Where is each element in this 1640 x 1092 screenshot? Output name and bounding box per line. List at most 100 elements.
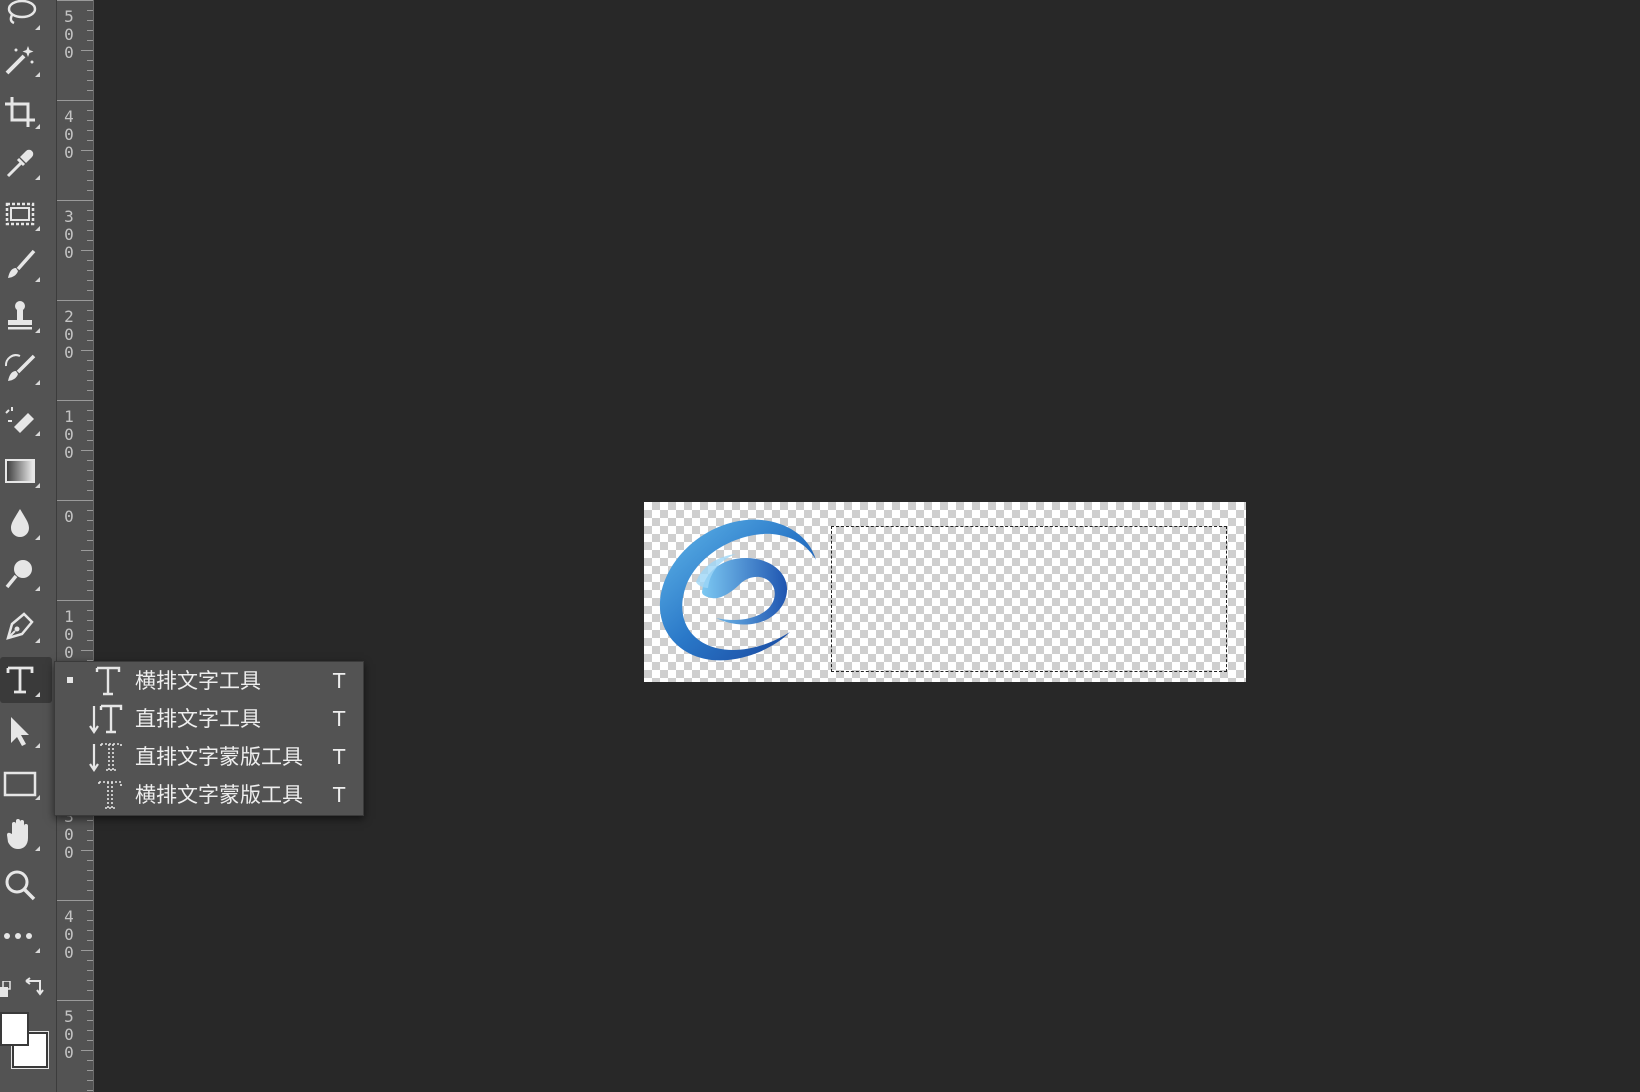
ruler-tick [57,500,93,501]
type-tool-flyout-menu: 横排文字工具 T 直排文字工具 T 直排文字蒙版工具 T 横排文字蒙版工具 T [54,661,364,816]
zoom-icon [5,870,36,901]
frame-tool-button[interactable] [0,191,52,237]
history-brush-icon [4,354,36,381]
ruler-tick [87,260,93,261]
ruler-tick [87,440,93,441]
document-canvas[interactable] [644,502,1246,682]
ruler-label: 100 [64,407,74,462]
ruler-tick [87,470,93,471]
ruler-tick [87,1020,93,1021]
ruler-label: 100 [64,607,74,662]
foreground-color-swatch[interactable] [0,1012,29,1046]
zoom-tool-button[interactable] [0,862,52,908]
ruler-tick [87,940,93,941]
magic-wand-icon [5,46,34,75]
ruler-tick [87,360,93,361]
ruler-tick [87,570,93,571]
menu-item-vertical-type-mask-tool[interactable]: 直排文字蒙版工具 T [55,738,363,776]
blur-tool-button[interactable] [0,500,52,546]
ruler-tick [87,880,93,881]
color-swatches[interactable] [0,1008,52,1078]
ruler-tick [87,20,93,21]
blur-icon [11,509,29,537]
menu-item-horizontal-type-mask-tool[interactable]: 横排文字蒙版工具 T [55,776,363,814]
ruler-tick [87,560,93,561]
vertical-type-icon [89,704,123,734]
ruler-tick [87,890,93,891]
ruler-tick [87,580,93,581]
more-tools-button[interactable] [0,913,52,959]
horizontal-type-mask-icon [98,781,122,809]
brush-tool-button[interactable] [0,242,52,288]
ruler-tick [81,950,93,951]
ruler-tick [87,1010,93,1011]
stamp-icon [8,301,32,330]
menu-item-vertical-type-tool[interactable]: 直排文字工具 T [55,700,363,738]
default-colors-icon[interactable] [0,981,12,997]
ruler-tick [87,860,93,861]
ruler-tick [57,0,93,1]
swap-colors-icon[interactable] [22,977,46,999]
magic-wand-tool-button[interactable] [0,37,52,83]
selected-indicator [67,677,73,683]
ruler-tick [87,930,93,931]
ruler-tick [87,190,93,191]
ruler-label: 500 [64,1007,74,1062]
type-icon [6,666,34,694]
menu-item-label: 直排文字蒙版工具 [135,745,303,769]
eraser-tool-button[interactable] [0,396,52,442]
dodge-tool-button[interactable] [0,551,52,597]
menu-item-shortcut: T [333,669,346,693]
history-brush-tool-button[interactable] [0,345,52,391]
ruler-tick [87,60,93,61]
type-tool-button[interactable] [0,657,52,703]
ruler-tick [87,820,93,821]
pen-icon [6,612,34,640]
ruler-tick [87,840,93,841]
ruler-tick [87,110,93,111]
gradient-tool-button[interactable] [0,448,52,494]
text-selection-box[interactable] [831,526,1227,672]
ruler-tick [87,870,93,871]
menu-item-horizontal-type-tool[interactable]: 横排文字工具 T [55,662,363,700]
ruler-tick [87,340,93,341]
ruler-tick [87,480,93,481]
ruler-tick [81,550,93,551]
ruler-tick [87,980,93,981]
ruler-tick [87,280,93,281]
menu-item-label: 横排文字工具 [135,669,261,693]
ruler-tick [87,1030,93,1031]
path-select-icon [11,717,29,746]
ruler-tick [87,530,93,531]
ruler-tick [87,620,93,621]
stamp-tool-button[interactable] [0,293,52,339]
hand-tool-button[interactable] [0,811,52,857]
ruler-tick [87,10,93,11]
lasso-tool-button[interactable] [0,0,52,36]
ruler-tick [87,520,93,521]
ruler-tick [87,460,93,461]
ruler-tick [57,1000,93,1001]
rectangle-tool-button[interactable] [0,760,52,806]
ruler-tick [87,230,93,231]
ruler-tick [81,50,93,51]
ruler-label: 300 [64,207,74,262]
ruler-tick [87,90,93,91]
pen-tool-button[interactable] [0,603,52,649]
brush-icon [8,249,36,278]
horizontal-type-icon [95,666,121,696]
ruler-label: 0 [64,507,74,526]
eyedropper-tool-button[interactable] [0,140,52,186]
crop-tool-button[interactable] [0,89,52,135]
path-select-tool-button[interactable] [0,708,52,754]
ruler-tick [87,1090,93,1091]
ruler-tick [87,180,93,181]
ruler-tick [87,270,93,271]
ruler-tick [57,300,93,301]
company-logo [659,519,816,661]
ruler-label: 200 [64,307,74,362]
ruler-tick [87,240,93,241]
tools-panel [0,0,57,1092]
menu-item-label: 横排文字蒙版工具 [135,783,303,807]
ruler-tick [81,850,93,851]
